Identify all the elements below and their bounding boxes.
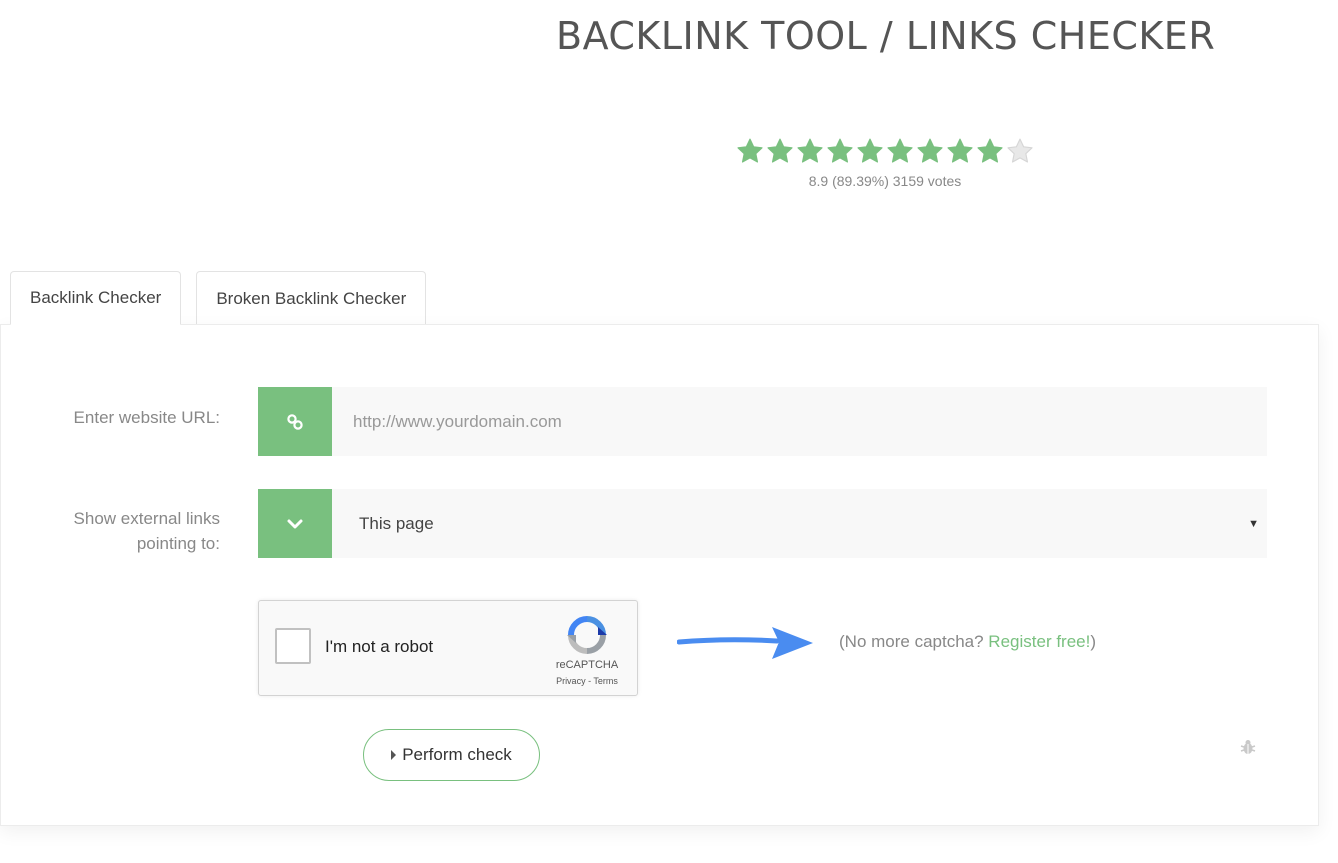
register-free-link[interactable]: Register free! <box>988 632 1090 651</box>
bug-icon[interactable] <box>1239 738 1257 756</box>
external-links-field: This page ▼ <box>258 489 1267 558</box>
external-links-select[interactable]: This page ▼ <box>332 489 1267 558</box>
recaptcha-logo-icon <box>567 616 607 654</box>
star-icon[interactable] <box>766 137 794 165</box>
star-icon[interactable] <box>736 137 764 165</box>
star-icon[interactable] <box>1006 137 1034 165</box>
tool-panel: Enter website URL: Show external links p… <box>0 324 1319 826</box>
rating-widget: 8.9 (89.39%) 3159 votes <box>735 137 1035 189</box>
star-icon[interactable] <box>946 137 974 165</box>
star-icon[interactable] <box>916 137 944 165</box>
star-icon[interactable] <box>856 137 884 165</box>
register-suffix: ) <box>1090 632 1097 651</box>
star-icon[interactable] <box>796 137 824 165</box>
external-links-label: Show external links pointing to: <box>20 506 220 556</box>
perform-check-label: Perform check <box>402 745 512 764</box>
tool-tabs: Backlink Checker Broken Backlink Checker <box>10 271 427 325</box>
star-icon[interactable] <box>976 137 1004 165</box>
star-icon[interactable] <box>886 137 914 165</box>
page-title: BACKLINK TOOL / LINKS CHECKER <box>556 14 1216 58</box>
external-links-label-line1: Show external links <box>73 509 220 528</box>
caret-right-icon <box>391 750 397 760</box>
recaptcha-links: Privacy - Terms <box>539 676 635 686</box>
recaptcha-brand: reCAPTCHA <box>555 659 619 671</box>
dropdown-arrow-icon: ▼ <box>1248 517 1259 530</box>
register-prefix: (No more captcha? <box>839 632 989 651</box>
star-icon[interactable] <box>826 137 854 165</box>
recaptcha-widget: I'm not a robot reCAPTCHA Privacy - Term… <box>258 600 638 696</box>
tab-broken-backlink-checker[interactable]: Broken Backlink Checker <box>196 271 427 325</box>
recaptcha-privacy-link[interactable]: Privacy <box>556 676 586 686</box>
rating-summary: 8.9 (89.39%) 3159 votes <box>808 173 962 189</box>
captcha-checkbox[interactable] <box>275 628 311 664</box>
arrow-right-icon <box>677 627 813 659</box>
external-links-selected: This page <box>359 513 434 533</box>
page: BACKLINK TOOL / LINKS CHECKER 8.9 (89.39… <box>0 0 1338 863</box>
captcha-label: I'm not a robot <box>325 637 434 656</box>
tab-backlink-checker[interactable]: Backlink Checker <box>10 271 182 325</box>
chevron-down-icon <box>258 489 332 558</box>
link-icon <box>258 387 332 456</box>
perform-check-button[interactable]: Perform check <box>363 729 540 781</box>
rating-stars[interactable] <box>735 137 1035 167</box>
external-links-label-line2: pointing to: <box>136 534 220 553</box>
url-field <box>258 387 1267 456</box>
url-label: Enter website URL: <box>73 408 220 427</box>
recaptcha-terms-link[interactable]: Terms <box>593 676 618 686</box>
url-input[interactable] <box>332 387 1267 456</box>
register-prompt: (No more captcha? Register free!) <box>839 632 1096 652</box>
